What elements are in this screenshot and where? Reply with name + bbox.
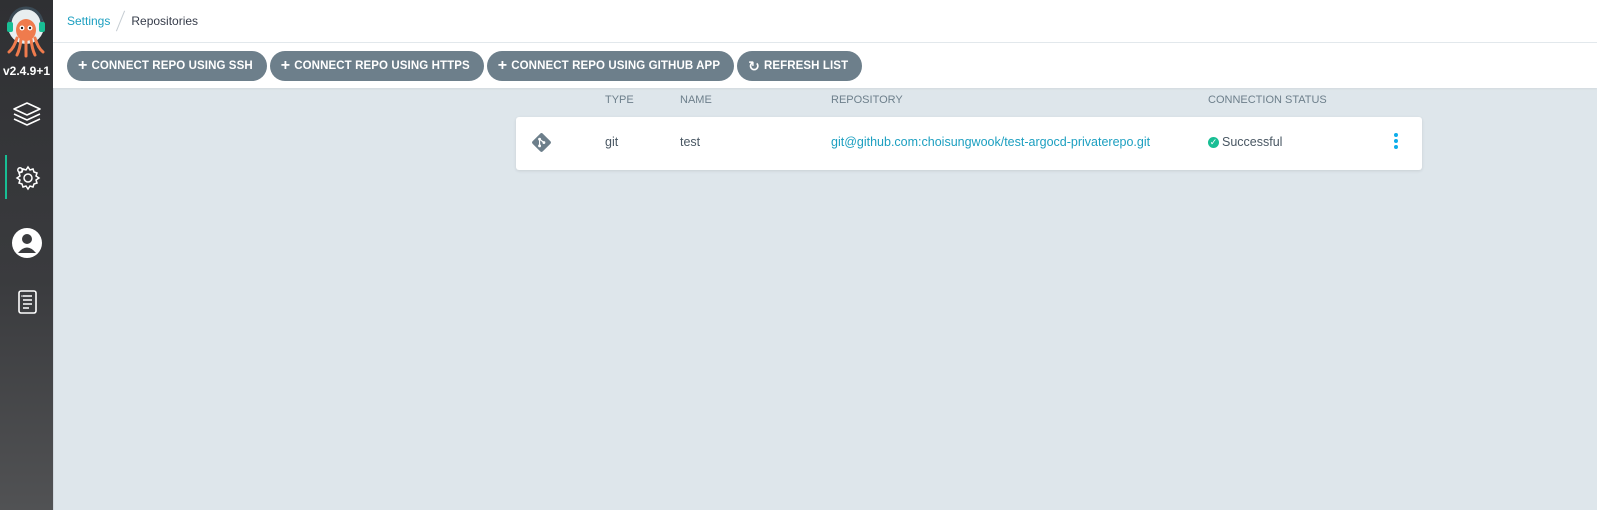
layers-icon (12, 102, 41, 126)
sidebar-item-applications[interactable] (0, 92, 53, 136)
connect-github-app-label: CONNECT REPO USING GITHUB APP (511, 59, 721, 72)
table-row[interactable]: git test git@github.com:choisungwook/tes… (516, 117, 1422, 170)
connection-status-text: Successful (1222, 135, 1283, 149)
refresh-list-label: REFRESH LIST (763, 59, 849, 72)
git-icon (530, 131, 553, 157)
refresh-list-button[interactable]: ↻ REFRESH LIST (737, 50, 863, 81)
plus-icon: + (280, 56, 291, 74)
header-repository: REPOSITORY (831, 94, 903, 106)
header-connection-status: CONNECTION STATUS (1208, 94, 1327, 106)
version-label: v2.4.9+1 (2, 64, 51, 78)
breadcrumb-separator (116, 10, 126, 32)
header-name: NAME (680, 94, 712, 106)
repo-url-link[interactable]: git@github.com:choisungwook/test-argocd-… (831, 135, 1150, 149)
table-header: TYPE NAME REPOSITORY CONNECTION STATUS (516, 94, 1422, 108)
connect-github-app-button[interactable]: + CONNECT REPO USING GITHUB APP (486, 50, 735, 81)
breadcrumb: Settings Repositories (53, 10, 198, 32)
row-actions-menu-icon[interactable] (1392, 133, 1400, 153)
plus-icon: + (78, 56, 88, 74)
argo-logo[interactable] (4, 6, 48, 62)
connect-ssh-button[interactable]: + CONNECT REPO USING SSH (67, 50, 267, 81)
breadcrumb-settings-link[interactable]: Settings (67, 14, 110, 28)
sidebar-item-user-info[interactable] (0, 221, 53, 265)
plus-icon: + (497, 56, 508, 74)
sidebar-item-documentation[interactable] (0, 280, 53, 324)
sidebar-item-settings[interactable] (0, 155, 53, 199)
refresh-icon: ↻ (748, 57, 760, 74)
check-circle-icon: ✓ (1208, 136, 1219, 148)
connect-https-button[interactable]: + CONNECT REPO USING HTTPS (269, 50, 484, 81)
connect-https-label: CONNECT REPO USING HTTPS (294, 59, 470, 72)
breadcrumb-current: Repositories (131, 14, 199, 28)
docs-icon (17, 290, 37, 314)
user-icon (11, 228, 42, 258)
toolbar: + CONNECT REPO USING SSH + CONNECT REPO … (53, 43, 1597, 88)
repo-name: test (680, 135, 701, 149)
gear-icon (15, 165, 40, 191)
repo-type: git (605, 135, 619, 149)
connection-status: ✓ Successful (1208, 135, 1282, 149)
sidebar: v2.4.9+1 (0, 0, 54, 510)
connect-ssh-label: CONNECT REPO USING SSH (91, 59, 253, 72)
top-bar: Settings Repositories (53, 0, 1597, 43)
header-type: TYPE (605, 94, 634, 106)
